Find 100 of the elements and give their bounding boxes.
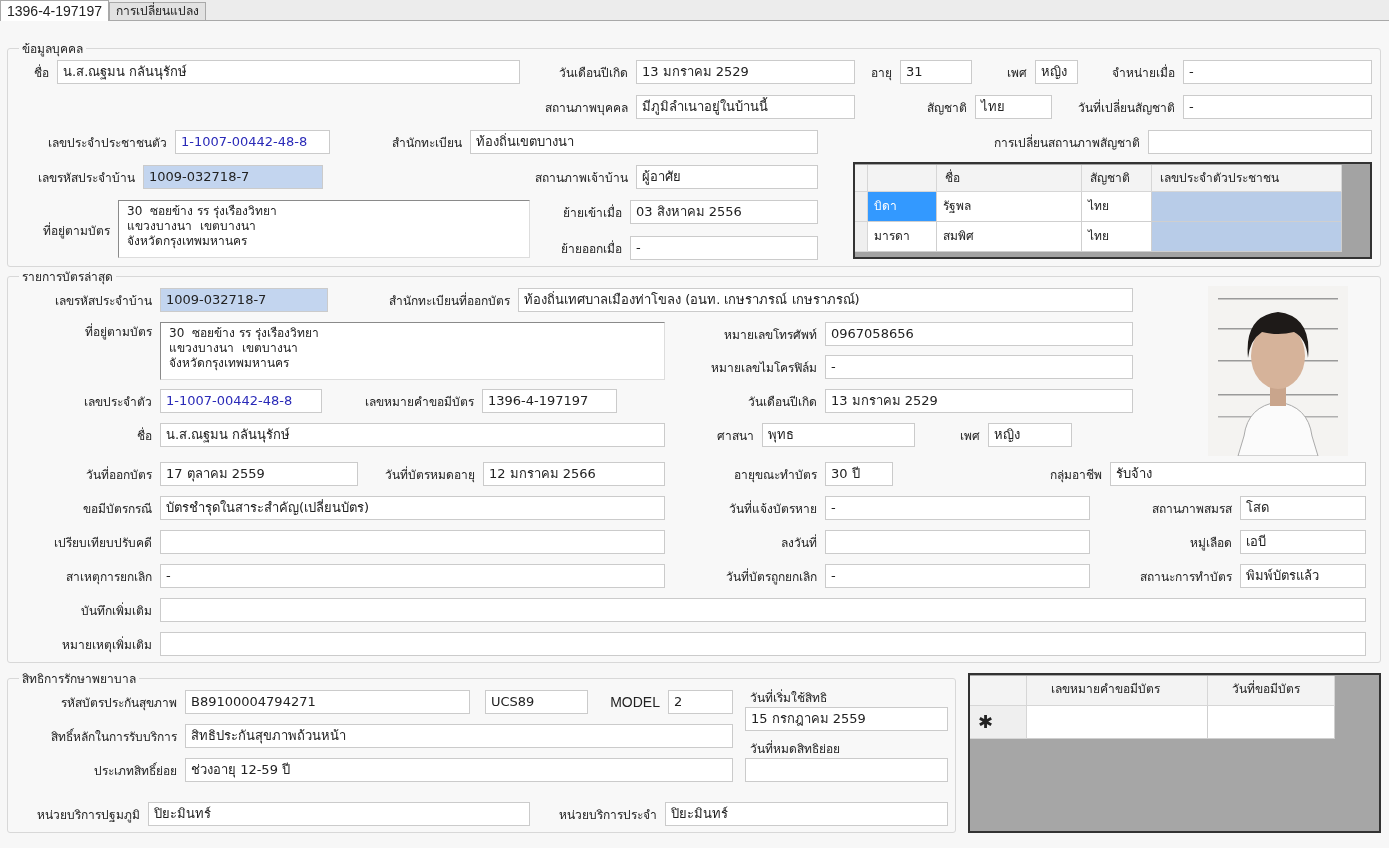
field-label: หมายเหตุเพิ่มเติม (62, 635, 153, 654)
text-field[interactable]: - (825, 355, 1133, 379)
field-label: เลขประจำตัว (84, 393, 153, 411)
table-header-cell: ชื่อ (937, 165, 1082, 192)
table-header-cell: วันที่ขอมีบัตร (1208, 676, 1335, 706)
text-field[interactable]: โสด (1240, 496, 1366, 520)
field-label: ลงวันที่ (781, 533, 818, 552)
text-field[interactable] (160, 632, 1366, 656)
field-label: บันทึกเพิ่มเติม (81, 601, 153, 620)
table-cell[interactable]: มารดา (868, 222, 937, 252)
text-field[interactable]: 2 (668, 690, 733, 714)
text-field[interactable]: 1009-032718-7 (160, 288, 328, 312)
table-header-cell (970, 676, 1027, 706)
field-label: หน่วยบริการประจำ (559, 806, 658, 824)
text-field[interactable]: - (1183, 60, 1372, 84)
field-label: อายุ (871, 64, 893, 82)
text-field[interactable]: เอบี (1240, 530, 1366, 554)
text-field[interactable]: UCS89 (485, 690, 588, 714)
text-field[interactable]: - (630, 236, 818, 260)
field-label: ศาสนา (717, 427, 755, 445)
text-field[interactable]: รับจ้าง (1110, 462, 1366, 486)
field-label: สำนักทะเบียน (392, 134, 463, 152)
text-field[interactable]: น.ส.ณฐมน กลันนุรักษ์ (160, 423, 665, 447)
text-field[interactable]: หญิง (988, 423, 1072, 447)
text-field[interactable]: 1-1007-00442-48-8 (175, 130, 330, 154)
field-label: การเปลี่ยนสถานภาพสัญชาติ (994, 133, 1141, 152)
field-label: สาเหตุการยกเลิก (66, 568, 153, 586)
text-field[interactable]: พิมพ์บัตรแล้ว (1240, 564, 1366, 588)
text-field[interactable]: 13 มกราคม 2529 (825, 389, 1133, 413)
field-label: สัญชาติ (927, 99, 968, 117)
row-header[interactable] (855, 222, 868, 252)
text-field[interactable]: มีภูมิลำเนาอยู่ในบ้านนี้ (636, 95, 855, 119)
text-field[interactable]: 30 ปี (825, 462, 893, 486)
field-label: วันที่บัตรหมดอายุ (385, 465, 476, 484)
field-label: รหัสบัตรประกันสุขภาพ (61, 694, 178, 712)
table-cell[interactable] (1152, 192, 1342, 222)
text-field[interactable]: ท้องถิ่นเทศบาลเมืองท่าโขลง (อนท. เกษราภรณ์ เกษราภรณ์) (518, 288, 1133, 312)
text-field[interactable]: ผู้อาศัย (636, 165, 818, 189)
text-field[interactable]: - (825, 496, 1090, 520)
text-field[interactable] (1148, 130, 1372, 154)
text-field[interactable]: พุทธ (762, 423, 915, 447)
field-label: เลขรหัสประจำบ้าน (55, 292, 153, 310)
text-field[interactable]: สิทธิประกันสุขภาพถ้วนหน้า (185, 724, 733, 748)
field-label: เลขรหัสประจำบ้าน (38, 169, 136, 187)
field-label: ย้ายเข้าเมื่อ (563, 203, 623, 222)
text-field[interactable]: บัตรชำรุดในสาระสำคัญ(เปลี่ยนบัตร) (160, 496, 665, 520)
text-field[interactable]: หญิง (1035, 60, 1078, 84)
text-field[interactable]: 1396-4-197197 (482, 389, 617, 413)
text-field[interactable]: น.ส.ณฐมน กลันนุรักษ์ (57, 60, 520, 84)
text-field[interactable]: 13 มกราคม 2529 (636, 60, 855, 84)
text-field[interactable]: 31 (900, 60, 972, 84)
row-header[interactable] (855, 192, 868, 222)
table-cell[interactable] (1152, 222, 1342, 252)
field-label: ที่อยู่ตามบัตร (43, 221, 111, 240)
text-field[interactable]: 1-1007-00442-48-8 (160, 389, 322, 413)
field-label: สถานภาพสมรส (1152, 500, 1233, 518)
text-area[interactable]: 30 ซอยข้าง รร รุ่งเรืองวิทยา แขวงบางนา เขตบางนา จังหวัดกรุงเทพมหานคร (160, 322, 665, 380)
text-field[interactable]: 12 มกราคม 2566 (483, 462, 665, 486)
field-label: หมายเลขไมโครฟิล์ม (711, 359, 818, 377)
text-field[interactable]: 15 กรกฎาคม 2559 (745, 707, 948, 731)
text-field[interactable]: 1009-032718-7 (143, 165, 323, 189)
field-label: กลุ่มอาชีพ (1050, 466, 1103, 484)
text-field[interactable] (160, 530, 665, 554)
text-field[interactable]: ปิยะมินทร์ (148, 802, 530, 826)
text-field[interactable]: - (825, 564, 1090, 588)
table-header-cell: เลขหมายคำขอมีบัตร (1027, 676, 1208, 706)
text-field[interactable] (745, 758, 948, 782)
table-cell[interactable] (1027, 706, 1208, 739)
new-row-marker[interactable]: ✱ (970, 706, 1027, 739)
text-field[interactable]: ไทย (975, 95, 1052, 119)
field-label: เปรียบเทียบปรับคดี (54, 534, 153, 552)
field-label: สถานภาพเจ้าบ้าน (535, 169, 629, 187)
text-field[interactable]: - (160, 564, 665, 588)
text-field[interactable]: ช่วงอายุ 12-59 ปี (185, 758, 733, 782)
text-area[interactable]: 30 ซอยข้าง รร รุ่งเรืองวิทยา แขวงบางนา เขตบางนา จังหวัดกรุงเทพมหานคร (118, 200, 530, 258)
field-label: เลขหมายคำขอมีบัตร (365, 393, 475, 411)
field-label: MODEL (610, 694, 661, 710)
field-label: วันเดือนปีเกิด (559, 64, 629, 82)
tab[interactable]: การเปลี่ยนแปลง (109, 2, 206, 20)
field-label: วันที่เปลี่ยนสัญชาติ (1078, 98, 1176, 117)
field-label: วันเดือนปีเกิด (748, 393, 818, 411)
table-cell[interactable] (1208, 706, 1335, 739)
text-field[interactable] (160, 598, 1366, 622)
table-cell[interactable]: สมพิศ (937, 222, 1082, 252)
text-field[interactable]: 0967058656 (825, 322, 1133, 346)
text-field[interactable]: ปิยะมินทร์ (665, 802, 948, 826)
table-header-cell (868, 165, 937, 192)
table-cell[interactable]: ไทย (1082, 192, 1152, 222)
table-cell[interactable]: รัฐพล (937, 192, 1082, 222)
group-title: ข้อมูลบุคคล (21, 41, 84, 58)
tab[interactable]: 1396-4-197197 (0, 0, 109, 21)
text-field[interactable]: - (1183, 95, 1372, 119)
table-cell[interactable]: ไทย (1082, 222, 1152, 252)
text-field[interactable]: ท้องถิ่นเขตบางนา (470, 130, 818, 154)
field-label: สำนักทะเบียนที่ออกบัตร (389, 291, 511, 310)
text-field[interactable] (825, 530, 1090, 554)
text-field[interactable]: 03 สิงหาคม 2556 (630, 200, 818, 224)
text-field[interactable]: 17 ตุลาคม 2559 (160, 462, 358, 486)
text-field[interactable]: B89100004794271 (185, 690, 470, 714)
field-label: เลขประจำประชาชนตัว (48, 134, 168, 152)
